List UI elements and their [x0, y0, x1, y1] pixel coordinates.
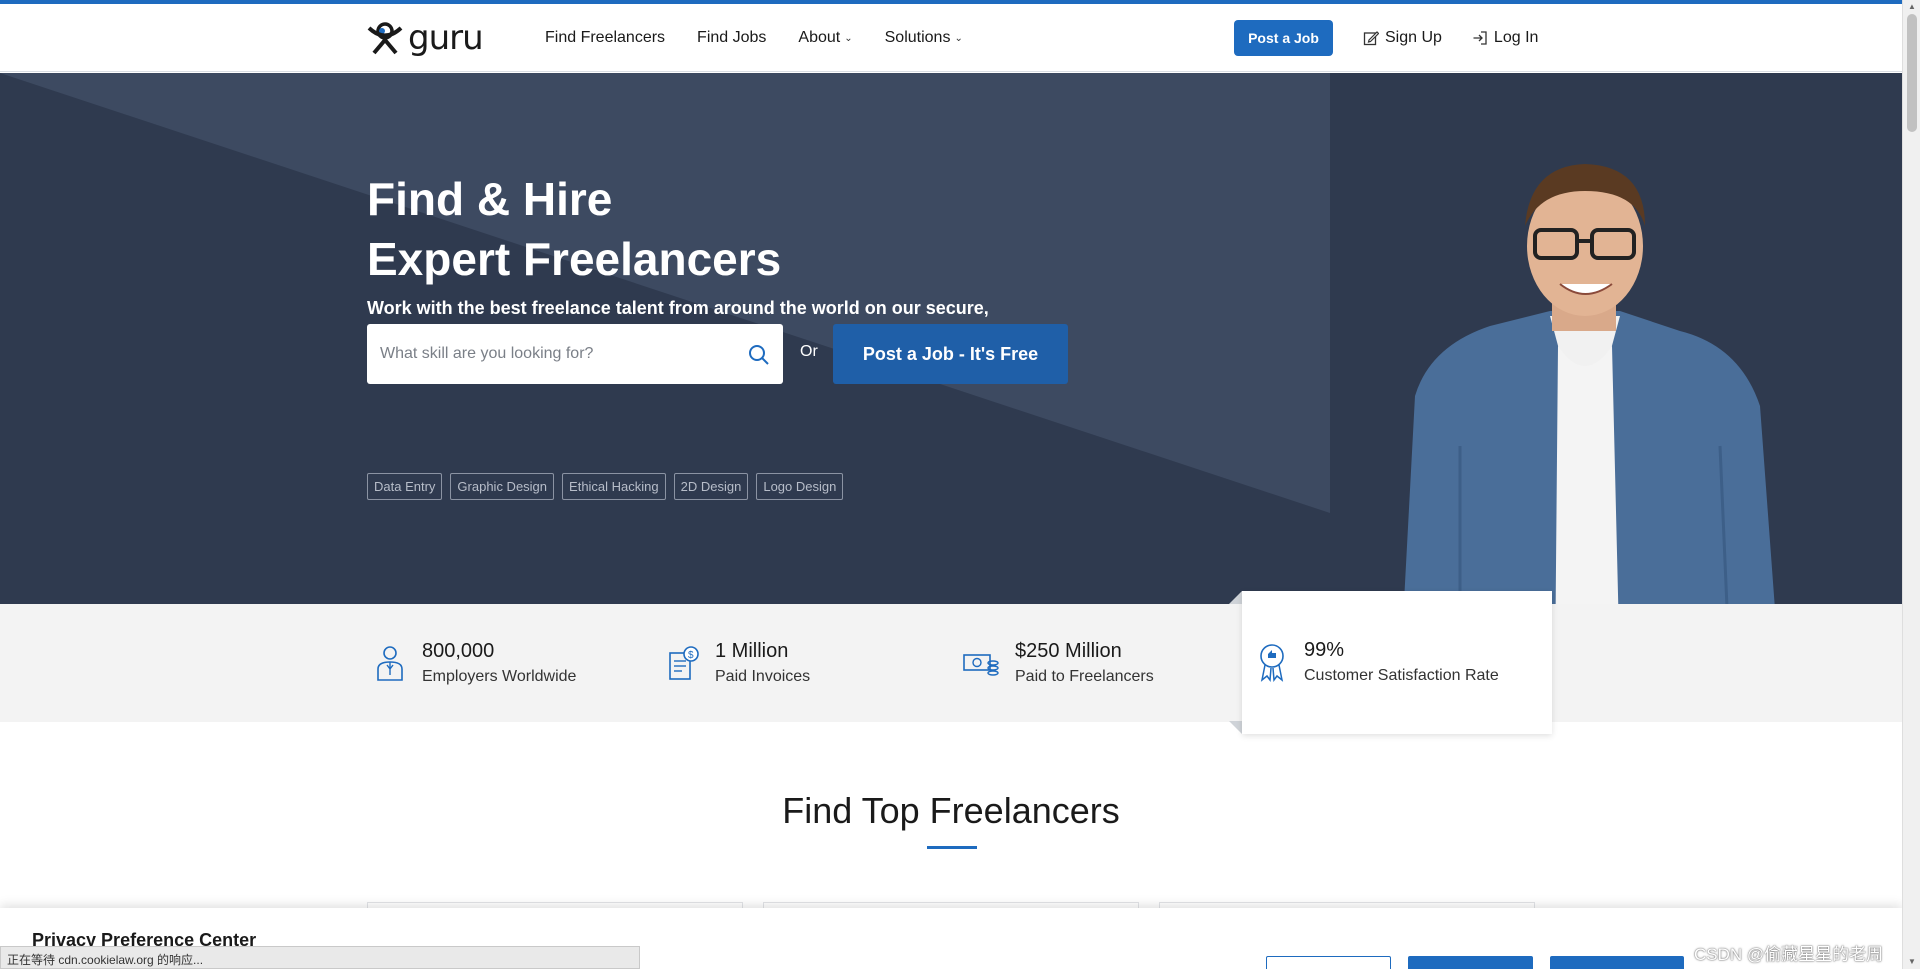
- stats-strip: 800,000 Employers Worldwide $ 1 Million …: [0, 604, 1902, 722]
- invoice-icon: $: [669, 646, 699, 680]
- stat-employers-label: Employers Worldwide: [422, 668, 577, 685]
- nav-find-freelancers[interactable]: Find Freelancers: [545, 29, 665, 47]
- logo-wordmark: guru: [408, 18, 484, 58]
- stat-satisfaction-value: 99%: [1304, 639, 1345, 661]
- page-scrollbar[interactable]: ▲ ▼: [1902, 0, 1920, 969]
- stat-satisfaction-label: Customer Satisfaction Rate: [1304, 667, 1499, 684]
- chevron-down-icon: ⌄: [954, 32, 963, 44]
- section-divider: [927, 846, 977, 849]
- stat-paid-value: $250 Million: [1015, 640, 1122, 662]
- hero-title-line2: Expert Freelancers: [367, 233, 782, 285]
- csdn-watermark: CSDN @偷藏星星的老周: [1694, 945, 1884, 964]
- main-nav: Find Freelancers Find Jobs About ⌄ Solut…: [545, 4, 963, 72]
- log-in-label: Log In: [1493, 29, 1539, 46]
- post-job-free-button[interactable]: Post a Job - It's Free: [833, 324, 1068, 384]
- stat-satisfaction-card: 99% Customer Satisfaction Rate: [1242, 591, 1552, 734]
- scroll-down-icon[interactable]: ▼: [1903, 955, 1920, 969]
- guru-logo[interactable]: guru: [366, 18, 484, 58]
- edit-icon: [1363, 31, 1379, 46]
- or-text: Or: [800, 343, 818, 360]
- top-navigation: guru Find Freelancers Find Jobs About ⌄ …: [0, 4, 1902, 72]
- login-icon: [1473, 31, 1487, 45]
- search-icon[interactable]: [748, 344, 770, 366]
- scrollbar-thumb[interactable]: [1907, 14, 1917, 132]
- privacy-accept-button[interactable]: [1550, 956, 1684, 969]
- stat-employers-value: 800,000: [422, 640, 495, 662]
- sign-up-label: Sign Up: [1385, 29, 1442, 46]
- hero-title-line1: Find & Hire: [367, 173, 613, 225]
- privacy-settings-button[interactable]: [1266, 956, 1391, 969]
- stat-invoices-label: Paid Invoices: [715, 668, 811, 685]
- nav-about-label: About: [798, 29, 841, 46]
- post-job-button[interactable]: Post a Job: [1234, 20, 1333, 56]
- card-notch-top: [1229, 591, 1242, 604]
- log-in-link[interactable]: Log In: [1472, 29, 1538, 47]
- sign-up-link[interactable]: Sign Up: [1363, 29, 1442, 47]
- popular-skill-tags: Data Entry Graphic Design Ethical Hackin…: [367, 473, 844, 500]
- employer-icon: [377, 646, 403, 681]
- stat-employers: 800,000 Employers Worldwide: [374, 604, 576, 722]
- hero-title: Find & Hire Expert Freelancers: [367, 169, 781, 289]
- skill-search-box: [367, 324, 783, 384]
- nav-find-jobs[interactable]: Find Jobs: [697, 29, 766, 47]
- tag-data-entry[interactable]: Data Entry: [367, 473, 443, 500]
- stat-invoices-value: 1 Million: [715, 640, 789, 662]
- tag-2d-design[interactable]: 2D Design: [673, 473, 749, 500]
- chevron-down-icon: ⌄: [844, 32, 853, 44]
- nav-solutions-label: Solutions: [884, 29, 951, 46]
- scroll-up-icon[interactable]: ▲: [1903, 0, 1920, 14]
- hero-person-image: [1403, 164, 1775, 604]
- section-title: Find Top Freelancers: [782, 790, 1120, 831]
- privacy-reject-button[interactable]: [1408, 956, 1533, 969]
- nav-about[interactable]: About ⌄: [798, 29, 852, 47]
- nav-actions: Post a Job Sign Up Log In: [1234, 20, 1568, 56]
- hero-section: Find & Hire Expert Freelancers Work with…: [0, 73, 1902, 604]
- award-icon: [1260, 644, 1284, 682]
- stat-paid: $250 Million Paid to Freelancers: [963, 604, 1154, 722]
- nav-solutions[interactable]: Solutions ⌄: [885, 29, 963, 47]
- tag-graphic-design[interactable]: Graphic Design: [450, 473, 555, 500]
- svg-text:$: $: [688, 650, 694, 661]
- browser-status-bar: 正在等待 cdn.cookielaw.org 的响应...: [0, 946, 640, 969]
- stat-satisfaction: 99% Customer Satisfaction Rate: [1256, 603, 1499, 721]
- money-icon: [963, 654, 999, 676]
- stat-paid-label: Paid to Freelancers: [1015, 668, 1154, 685]
- stat-invoices: $ 1 Million Paid Invoices: [667, 604, 810, 722]
- tag-ethical-hacking[interactable]: Ethical Hacking: [562, 473, 666, 500]
- card-notch-bottom: [1229, 721, 1242, 734]
- tag-logo-design[interactable]: Logo Design: [756, 473, 844, 500]
- guru-logo-icon: [367, 22, 403, 55]
- skill-search-input[interactable]: [380, 324, 740, 384]
